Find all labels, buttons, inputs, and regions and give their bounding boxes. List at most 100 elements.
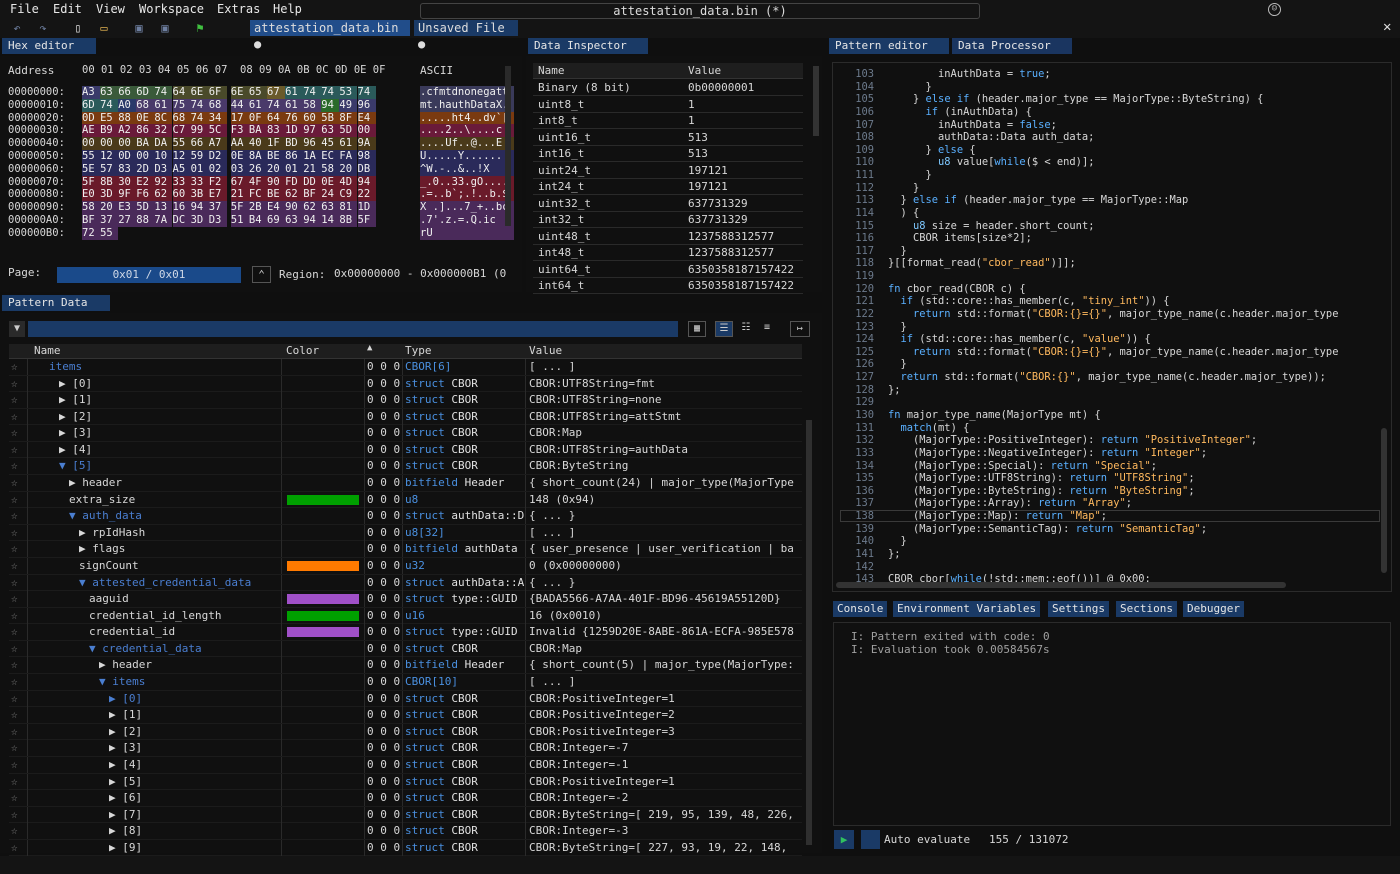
hex-byte[interactable]: 63 bbox=[321, 124, 340, 138]
undo-icon[interactable]: ↶ bbox=[10, 21, 24, 35]
hex-byte[interactable]: 24 bbox=[321, 188, 340, 202]
favorite-star-icon[interactable]: ☆ bbox=[11, 641, 27, 657]
menu-edit[interactable]: Edit bbox=[53, 2, 82, 16]
hex-byte[interactable]: 66 bbox=[190, 137, 209, 151]
menu-extras[interactable]: Extras bbox=[217, 2, 260, 16]
hex-byte[interactable]: 92 bbox=[154, 175, 173, 189]
hex-byte[interactable]: 83 bbox=[118, 162, 137, 176]
hex-byte[interactable]: 13 bbox=[154, 201, 173, 215]
hex-byte[interactable]: 27 bbox=[118, 214, 137, 227]
hex-byte[interactable]: DA bbox=[154, 137, 173, 151]
hex-byte[interactable]: 44 bbox=[230, 98, 249, 112]
hex-byte[interactable]: 02 bbox=[208, 162, 227, 176]
favorite-star-icon[interactable]: ☆ bbox=[11, 525, 27, 541]
hex-byte[interactable]: BA bbox=[248, 124, 267, 138]
hex-byte[interactable]: 6D bbox=[82, 98, 100, 112]
hex-byte[interactable]: 20 bbox=[267, 162, 285, 176]
hex-byte[interactable]: 99 bbox=[190, 124, 209, 138]
hex-byte[interactable]: 88 bbox=[136, 214, 155, 227]
tab-data-inspector[interactable]: Data Inspector bbox=[528, 38, 648, 54]
hex-byte[interactable]: 9F bbox=[118, 188, 137, 202]
pattern-row[interactable]: ☆ ▼ credential_data 0 0 0 struct CBOR CBOR:M… bbox=[9, 640, 802, 658]
hex-byte[interactable]: D2 bbox=[208, 150, 227, 163]
hex-byte[interactable]: 8C bbox=[154, 111, 173, 125]
hex-byte[interactable]: 61 bbox=[285, 86, 304, 99]
pattern-row[interactable]: ☆ ▶ [1] 0 0 0 struct CBOR CBOR:PositiveInteg… bbox=[9, 707, 802, 724]
hex-byte[interactable]: F2 bbox=[208, 175, 227, 189]
hex-byte[interactable]: 64 bbox=[267, 111, 285, 125]
hex-byte[interactable]: 62 bbox=[154, 188, 173, 202]
hex-byte[interactable]: 98 bbox=[357, 150, 376, 163]
favorite-star-icon[interactable]: ☆ bbox=[11, 458, 27, 474]
hex-ascii[interactable]: .=..b`;.!..b.$ bbox=[420, 188, 514, 202]
tab-pattern-editor[interactable]: Pattern editor bbox=[829, 38, 949, 54]
hex-byte[interactable]: 5C bbox=[208, 124, 227, 138]
hex-byte[interactable]: 97 bbox=[303, 124, 322, 138]
hex-byte[interactable]: 14 bbox=[321, 214, 340, 227]
hex-byte[interactable]: 00 bbox=[357, 124, 376, 138]
hex-byte[interactable]: BF bbox=[303, 188, 322, 202]
pattern-row[interactable]: ☆ ▶ [3] 0 0 0 struct CBOR CBOR:Map bbox=[9, 425, 802, 442]
hex-byte[interactable]: 68 bbox=[208, 98, 227, 112]
pattern-row[interactable]: ☆ ▼ attested_credential_data 0 0 0 struct a… bbox=[9, 574, 802, 592]
hex-byte[interactable]: 74 bbox=[357, 86, 376, 99]
hex-byte[interactable]: 60 bbox=[172, 188, 191, 202]
hex-byte[interactable]: 61 bbox=[248, 98, 267, 112]
hex-byte[interactable]: 74 bbox=[267, 98, 285, 112]
hex-byte[interactable]: 03 bbox=[230, 162, 249, 176]
hex-ascii[interactable]: U.....Y...... bbox=[420, 150, 514, 163]
hex-byte[interactable]: 90 bbox=[285, 201, 304, 215]
hex-byte[interactable]: B4 bbox=[248, 214, 267, 227]
hex-byte[interactable]: 8B bbox=[339, 214, 358, 227]
inspector-row[interactable]: Binary (8 bit) 0b00000001 bbox=[533, 80, 803, 96]
hex-byte[interactable]: 63 bbox=[100, 86, 119, 99]
pattern-row[interactable]: ☆ aaguid 0 0 0 struct type::GUID {BADA5566-… bbox=[9, 591, 802, 608]
hex-byte[interactable]: 55 bbox=[100, 226, 119, 240]
hex-byte[interactable]: 75 bbox=[172, 98, 191, 112]
hex-byte[interactable]: F6 bbox=[136, 188, 155, 202]
hex-byte[interactable]: 55 bbox=[82, 150, 100, 163]
export-icon[interactable]: ↦ bbox=[790, 321, 810, 337]
favorite-star-icon[interactable]: ☆ bbox=[11, 674, 27, 690]
hex-ascii[interactable]: rU bbox=[420, 226, 514, 240]
hex-byte[interactable]: DD bbox=[303, 175, 322, 189]
hex-byte[interactable]: 17 bbox=[230, 111, 249, 125]
pattern-row[interactable]: ☆ ▶ [2] 0 0 0 struct CBOR CBOR:PositiveInteg… bbox=[9, 723, 802, 741]
hex-byte[interactable]: D3 bbox=[154, 162, 173, 176]
hex-byte[interactable]: BF bbox=[82, 214, 100, 227]
hex-byte[interactable]: BD bbox=[285, 137, 304, 151]
hex-byte[interactable]: 74 bbox=[303, 86, 322, 99]
page-up-icon[interactable]: ⌃ bbox=[252, 266, 271, 283]
hex-byte[interactable]: 5D bbox=[136, 201, 155, 215]
hex-byte[interactable]: 00 bbox=[136, 150, 155, 163]
hex-byte[interactable]: C7 bbox=[172, 124, 191, 138]
hex-byte[interactable]: BE bbox=[267, 188, 285, 202]
hex-byte[interactable]: 00 bbox=[118, 137, 137, 151]
hex-byte[interactable]: 8A bbox=[248, 150, 267, 163]
hex-ascii[interactable]: X .]...7_+..bc bbox=[420, 201, 514, 215]
hex-byte[interactable]: 37 bbox=[100, 214, 119, 227]
hex-byte[interactable]: 20 bbox=[339, 162, 358, 176]
hex-byte[interactable]: 68 bbox=[136, 98, 155, 112]
pattern-row[interactable]: ☆ extra_size 0 0 0 u8 148 (0x94) bbox=[9, 491, 802, 509]
hex-byte[interactable]: 3D bbox=[190, 214, 209, 227]
pattern-row[interactable]: ☆ credential_id_length 0 0 0 u16 16 (0x0010… bbox=[9, 607, 802, 625]
hex-byte[interactable]: 3D bbox=[100, 188, 119, 202]
hex-byte[interactable]: 65 bbox=[248, 86, 267, 99]
save-icon[interactable]: ▣ bbox=[132, 21, 146, 35]
tab-debugger[interactable]: Debugger bbox=[1183, 601, 1244, 617]
pattern-row[interactable]: ☆ ▶ flags 0 0 0 bitfield authData { user_pre… bbox=[9, 541, 802, 558]
pattern-row[interactable]: ☆ ▼ items 0 0 0 CBOR[10] [ ... ] bbox=[9, 674, 802, 691]
pattern-row[interactable]: ☆ ▼ auth_data 0 0 0 struct authData::D { ...… bbox=[9, 508, 802, 525]
hex-byte[interactable]: 5D bbox=[339, 124, 358, 138]
hex-byte[interactable]: 45 bbox=[321, 137, 340, 151]
hex-byte[interactable]: 0F bbox=[248, 111, 267, 125]
hex-byte[interactable]: 01 bbox=[190, 162, 209, 176]
sort-icon[interactable]: ▲ bbox=[367, 343, 372, 353]
hex-byte[interactable]: DC bbox=[172, 214, 191, 227]
favorite-star-icon[interactable]: ☆ bbox=[11, 359, 27, 375]
hex-byte[interactable]: E7 bbox=[208, 188, 227, 202]
hex-byte[interactable]: 96 bbox=[357, 98, 376, 112]
hex-byte[interactable]: 1A bbox=[303, 150, 322, 163]
hex-byte[interactable]: 53 bbox=[339, 86, 358, 99]
